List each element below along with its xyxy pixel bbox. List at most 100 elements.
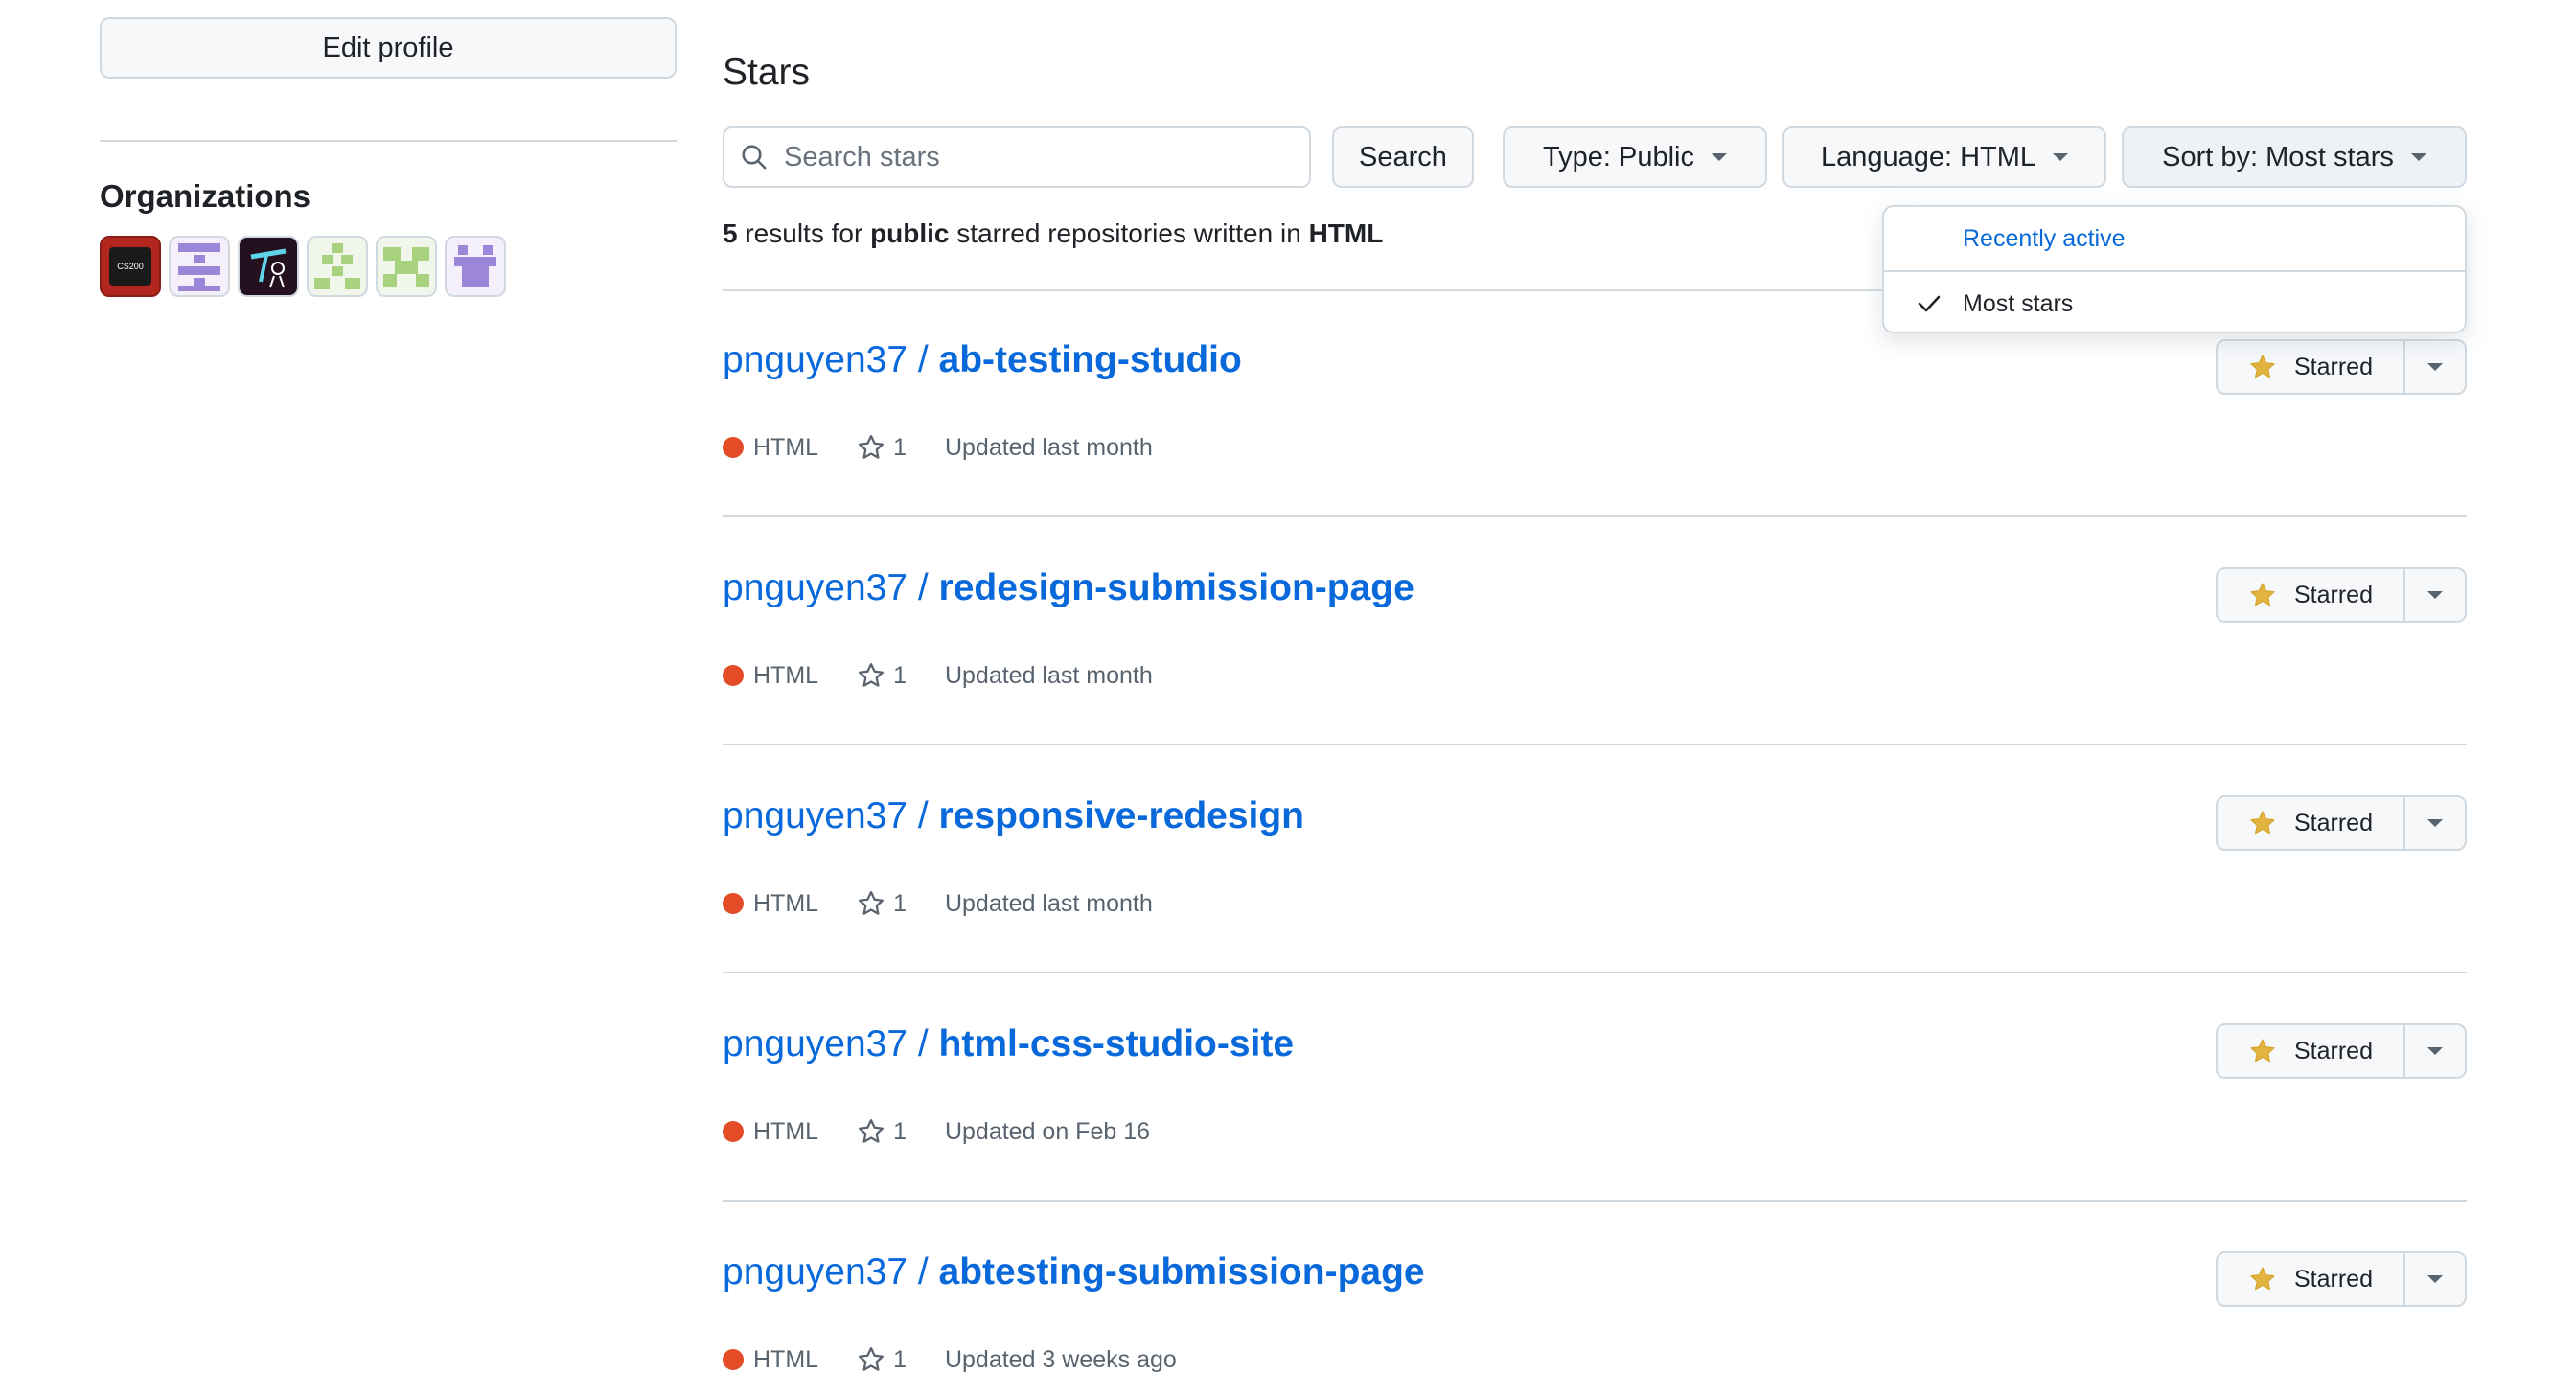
repo-updated: Updated last month — [944, 661, 1153, 689]
unstar-button[interactable]: Starred — [2218, 1025, 2405, 1077]
star-outline-icon[interactable] — [857, 1345, 886, 1374]
chevron-down-icon — [2427, 363, 2443, 371]
cs200-label: CS200 — [117, 262, 144, 271]
repo-language: HTML — [753, 433, 819, 461]
repo-owner[interactable]: pnguyen37 / — [723, 795, 939, 836]
results-language: HTML — [1308, 218, 1384, 248]
purple-org-avatar[interactable] — [169, 236, 230, 297]
repo-language: HTML — [753, 661, 819, 689]
repo-star-count[interactable]: 1 — [893, 662, 907, 690]
repo-meta: HTML 1 Updated last month — [723, 433, 1153, 462]
organizations-title: Organizations — [100, 178, 311, 214]
unstar-button[interactable]: Starred — [2218, 341, 2405, 393]
repo-owner[interactable]: pnguyen37 / — [723, 567, 939, 608]
repo-star-count[interactable]: 1 — [893, 1346, 907, 1374]
cs200-org-avatar[interactable]: CS200 — [100, 236, 161, 297]
repo-star-count[interactable]: 1 — [893, 1118, 907, 1146]
repo-updated: Updated last month — [944, 433, 1153, 461]
star-outline-icon[interactable] — [857, 433, 886, 462]
repo-name[interactable]: ab-testing-studio — [939, 339, 1242, 380]
language-color-dot — [723, 1121, 744, 1142]
language-color-dot — [723, 437, 744, 458]
list-divider — [723, 1200, 2467, 1202]
star-outline-icon[interactable] — [857, 1117, 886, 1146]
repo-language: HTML — [753, 1117, 819, 1145]
repo-owner[interactable]: pnguyen37 / — [723, 1023, 939, 1065]
repo-link[interactable]: pnguyen37 / abtesting-submission-page — [723, 1251, 1425, 1294]
repo-name[interactable]: responsive-redesign — [939, 795, 1304, 836]
star-list-dropdown-button[interactable] — [2405, 797, 2465, 849]
repo-language: HTML — [753, 889, 819, 917]
star-list-dropdown-button[interactable] — [2405, 341, 2465, 393]
purple-pixel-org-avatar[interactable] — [445, 236, 506, 297]
repo-language: HTML — [753, 1345, 819, 1373]
results-text-2: starred repositories written in — [949, 218, 1309, 248]
list-divider — [723, 515, 2467, 517]
check-icon — [1918, 295, 1941, 312]
starred-label: Starred — [2294, 353, 2373, 380]
repo-link[interactable]: pnguyen37 / responsive-redesign — [723, 795, 1304, 837]
edit-profile-button[interactable]: Edit profile — [100, 17, 677, 79]
chevron-down-icon — [2410, 153, 2426, 161]
star-filled-icon — [2250, 1039, 2275, 1063]
repo-star-count[interactable]: 1 — [893, 434, 907, 462]
chevron-down-icon — [1711, 153, 1727, 161]
sort-filter-label: Sort by: Most stars — [2162, 141, 2394, 172]
results-text-1: results for — [737, 218, 871, 248]
unstar-button[interactable]: Starred — [2218, 569, 2405, 621]
starred-button-group: Starred — [2216, 795, 2467, 851]
repo-name[interactable]: abtesting-submission-page — [939, 1251, 1425, 1293]
green-identicon — [314, 243, 360, 289]
star-filled-icon — [2250, 1267, 2275, 1291]
chevron-down-icon — [2427, 1275, 2443, 1283]
repo-link[interactable]: pnguyen37 / html-css-studio-site — [723, 1023, 1294, 1065]
green-block-org-avatar[interactable] — [376, 236, 437, 297]
search-button[interactable]: Search — [1332, 126, 1474, 188]
dancer-org-avatar[interactable] — [238, 236, 299, 297]
sort-option-label: Recently active — [1963, 224, 2126, 252]
repo-updated: Updated on Feb 16 — [944, 1117, 1151, 1145]
star-list-dropdown-button[interactable] — [2405, 1025, 2465, 1077]
green-pixel-org-avatar[interactable] — [307, 236, 368, 297]
repo-owner[interactable]: pnguyen37 / — [723, 339, 939, 380]
results-count: 5 — [723, 218, 738, 248]
sort-option-most-stars[interactable]: Most stars — [1884, 272, 2465, 335]
sidebar-divider — [100, 140, 677, 142]
repo-link[interactable]: pnguyen37 / redesign-submission-page — [723, 567, 1414, 609]
repo-star-count[interactable]: 1 — [893, 890, 907, 918]
repo-updated: Updated last month — [944, 889, 1153, 917]
repo-owner[interactable]: pnguyen37 / — [723, 1251, 939, 1293]
starred-label: Starred — [2294, 809, 2373, 836]
unstar-button[interactable]: Starred — [2218, 797, 2405, 849]
starred-label: Starred — [2294, 1037, 2373, 1065]
star-outline-icon[interactable] — [857, 889, 886, 918]
repo-meta: HTML 1 Updated 3 weeks ago — [723, 1345, 1177, 1374]
starred-button-group: Starred — [2216, 567, 2467, 623]
repo-link[interactable]: pnguyen37 / ab-testing-studio — [723, 339, 1242, 381]
sort-dropdown-menu: Recently active Most stars — [1882, 205, 2467, 333]
sort-option-recently-active[interactable]: Recently active — [1884, 207, 2465, 270]
repo-name[interactable]: redesign-submission-page — [939, 567, 1414, 608]
list-divider — [723, 744, 2467, 745]
purple-identicon — [178, 243, 220, 291]
language-filter-button[interactable]: Language: HTML — [1782, 126, 2106, 188]
language-filter-label: Language: HTML — [1820, 141, 2036, 172]
language-color-dot — [723, 665, 744, 686]
language-color-dot — [723, 1349, 744, 1370]
search-icon — [742, 145, 767, 170]
list-divider — [723, 972, 2467, 973]
sort-filter-button[interactable]: Sort by: Most stars — [2122, 126, 2467, 188]
repo-meta: HTML 1 Updated last month — [723, 661, 1153, 690]
starred-label: Starred — [2294, 1265, 2373, 1293]
repo-name[interactable]: html-css-studio-site — [939, 1023, 1295, 1065]
search-input[interactable] — [782, 140, 1284, 174]
search-stars-field[interactable] — [723, 126, 1311, 188]
green-block-identicon — [383, 247, 429, 287]
star-list-dropdown-button[interactable] — [2405, 569, 2465, 621]
chevron-down-icon — [2053, 153, 2069, 161]
star-filled-icon — [2250, 811, 2275, 835]
unstar-button[interactable]: Starred — [2218, 1253, 2405, 1305]
type-filter-button[interactable]: Type: Public — [1503, 126, 1767, 188]
star-list-dropdown-button[interactable] — [2405, 1253, 2465, 1305]
star-outline-icon[interactable] — [857, 661, 886, 690]
